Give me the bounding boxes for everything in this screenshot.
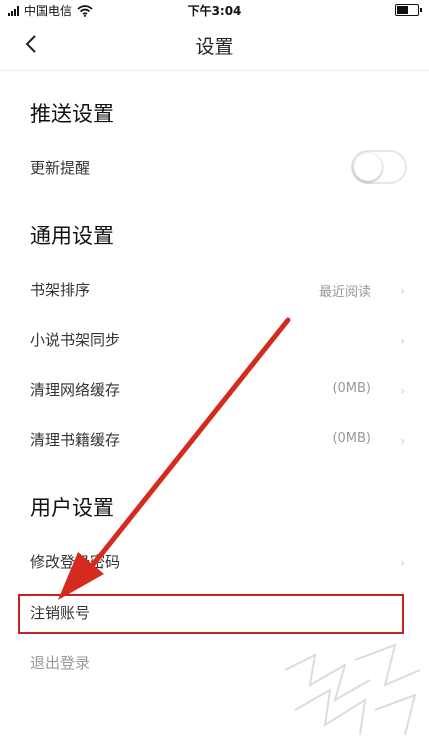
settings-item-value: (0MB) xyxy=(332,431,371,446)
toggle-knob xyxy=(354,153,382,181)
settings-item-logout[interactable]: 退出登录 xyxy=(0,643,429,683)
status-bar: 中国电信 下午3:04 xyxy=(0,0,429,20)
update-reminder-toggle[interactable] xyxy=(351,150,407,184)
section-title-general: 通用设置 xyxy=(30,224,114,248)
page-title: 设置 xyxy=(195,36,234,58)
section-title-push: 推送设置 xyxy=(30,102,114,126)
update-reminder-label: 更新提醒 xyxy=(30,159,91,177)
chevron-right-icon: › xyxy=(400,284,405,298)
chevron-right-icon: › xyxy=(400,556,405,570)
settings-item-novel-shelf-sync[interactable]: 小说书架同步 › xyxy=(0,320,429,360)
battery-fill xyxy=(397,6,408,14)
settings-item-clear-network-cache[interactable]: 清理网络缓存 (0MB) › xyxy=(0,370,429,410)
settings-item-label: 书架排序 xyxy=(30,281,91,299)
settings-item-label: 修改登录密码 xyxy=(30,553,121,571)
chevron-right-icon: › xyxy=(400,334,405,348)
settings-item-clear-book-cache[interactable]: 清理书籍缓存 (0MB) › xyxy=(0,420,429,460)
settings-item-label: 清理网络缓存 xyxy=(30,381,121,399)
settings-item-label: 小说书架同步 xyxy=(30,331,121,349)
section-title-user: 用户设置 xyxy=(30,496,114,520)
settings-item-value: 最近阅读 xyxy=(318,285,371,300)
settings-item-label: 退出登录 xyxy=(30,654,91,672)
settings-item-value: (0MB) xyxy=(332,381,371,396)
nav-bar: 设置 xyxy=(0,20,429,71)
settings-item-shelf-sort[interactable]: 书架排序 最近阅读 › xyxy=(0,270,429,310)
battery-icon xyxy=(395,4,422,16)
settings-item-label: 清理书籍缓存 xyxy=(30,431,121,449)
chevron-right-icon: › xyxy=(400,384,405,398)
status-time: 下午3:04 xyxy=(187,4,242,18)
highlight-box xyxy=(18,594,404,634)
chevron-right-icon: › xyxy=(400,434,405,448)
settings-item-change-password[interactable]: 修改登录密码 › xyxy=(0,542,429,582)
